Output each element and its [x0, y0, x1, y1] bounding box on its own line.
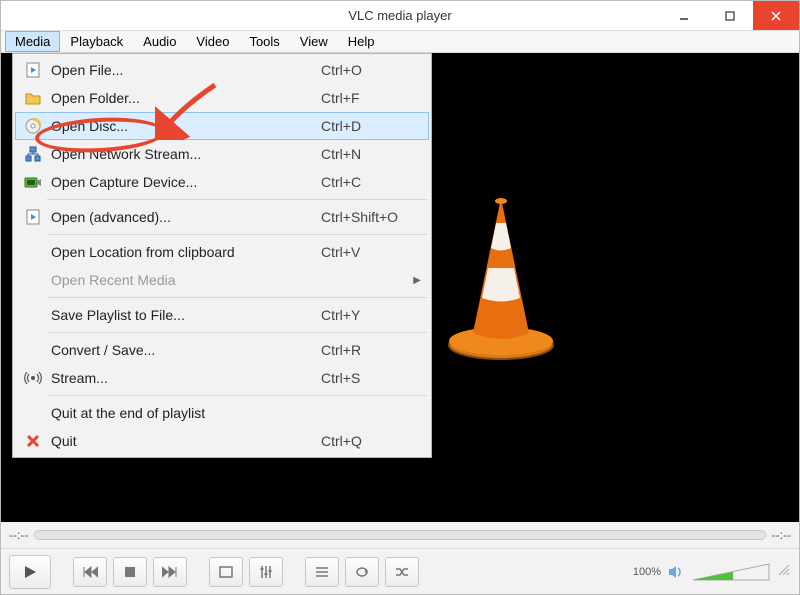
menu-item-open-file[interactable]: Open File...Ctrl+O	[15, 56, 429, 84]
next-icon	[162, 566, 178, 578]
menu-item-open-location-from-clipboard[interactable]: Open Location from clipboardCtrl+V	[15, 238, 429, 266]
menubar: MediaPlaybackAudioVideoToolsViewHelp	[1, 31, 799, 53]
menu-view[interactable]: View	[290, 31, 338, 52]
menu-item-shortcut: Ctrl+N	[321, 146, 421, 162]
menu-item-label: Open (advanced)...	[47, 209, 321, 225]
play-doc-icon	[19, 209, 47, 225]
menu-separator	[47, 297, 427, 298]
play-icon	[22, 564, 38, 580]
folder-icon	[19, 91, 47, 105]
vlc-cone-icon	[441, 193, 561, 366]
menu-item-label: Open Folder...	[47, 90, 321, 106]
fullscreen-button[interactable]	[209, 557, 243, 587]
menu-item-quit[interactable]: QuitCtrl+Q	[15, 427, 429, 455]
menu-playback[interactable]: Playback	[60, 31, 133, 52]
shuffle-button[interactable]	[385, 557, 419, 587]
menu-item-quit-at-the-end-of-playlist[interactable]: Quit at the end of playlist	[15, 399, 429, 427]
submenu-arrow-icon: ▶	[413, 275, 421, 286]
menu-media[interactable]: Media	[5, 31, 60, 52]
menu-item-open-disc[interactable]: Open Disc...Ctrl+D	[15, 112, 429, 140]
titlebar: VLC media player	[1, 1, 799, 31]
equalizer-icon	[259, 565, 273, 579]
menu-item-shortcut: Ctrl+F	[321, 90, 421, 106]
disc-icon	[19, 118, 47, 134]
menu-item-convert-save[interactable]: Convert / Save...Ctrl+R	[15, 336, 429, 364]
playlist-button[interactable]	[305, 557, 339, 587]
speaker-icon	[667, 564, 685, 580]
capture-icon	[19, 175, 47, 189]
menu-item-open-network-stream[interactable]: Open Network Stream...Ctrl+N	[15, 140, 429, 168]
seekbar: --:-- --:--	[1, 522, 799, 548]
menu-item-open-recent-media: Open Recent Media ▶	[15, 266, 429, 294]
menu-help[interactable]: Help	[338, 31, 385, 52]
menu-item-label: Quit	[47, 433, 321, 449]
menu-item-label: Convert / Save...	[47, 342, 321, 358]
close-button[interactable]	[753, 1, 799, 30]
extended-settings-button[interactable]	[249, 557, 283, 587]
time-total: --:--	[772, 528, 791, 542]
stream-icon	[19, 371, 47, 385]
minimize-button[interactable]	[661, 1, 707, 30]
previous-button[interactable]	[73, 557, 107, 587]
playlist-icon	[315, 566, 329, 578]
menu-item-label: Open File...	[47, 62, 321, 78]
mute-button[interactable]	[667, 564, 685, 580]
menu-item-shortcut: Ctrl+C	[321, 174, 421, 190]
maximize-button[interactable]	[707, 1, 753, 30]
menu-item-shortcut: Ctrl+Q	[321, 433, 421, 449]
menu-item-shortcut: Ctrl+R	[321, 342, 421, 358]
menu-separator	[47, 234, 427, 235]
corner-grip-icon	[777, 563, 791, 580]
menu-item-label: Save Playlist to File...	[47, 307, 321, 323]
menu-item-label: Open Recent Media	[47, 272, 313, 288]
media-menu-dropdown: Open File...Ctrl+OOpen Folder...Ctrl+FOp…	[12, 53, 432, 458]
menu-item-label: Stream...	[47, 370, 321, 386]
menu-item-open-capture-device[interactable]: Open Capture Device...Ctrl+C	[15, 168, 429, 196]
menu-item-shortcut: Ctrl+O	[321, 62, 421, 78]
volume-slider[interactable]	[691, 560, 771, 584]
menu-item-shortcut: Ctrl+Shift+O	[321, 209, 421, 225]
menu-item-shortcut: Ctrl+S	[321, 370, 421, 386]
play-button[interactable]	[9, 555, 51, 589]
control-bar: 100%	[1, 548, 799, 594]
menu-item-stream[interactable]: Stream...Ctrl+S	[15, 364, 429, 392]
menu-separator	[47, 332, 427, 333]
menu-audio[interactable]: Audio	[133, 31, 186, 52]
app-window: VLC media player MediaPlaybackAudioVideo…	[0, 0, 800, 595]
loop-icon	[355, 566, 369, 578]
window-controls	[661, 1, 799, 30]
menu-item-shortcut: Ctrl+V	[321, 244, 421, 260]
menu-item-label: Open Capture Device...	[47, 174, 321, 190]
time-elapsed: --:--	[9, 528, 28, 542]
menu-item-shortcut: Ctrl+D	[321, 118, 421, 134]
menu-video[interactable]: Video	[186, 31, 239, 52]
menu-item-open-advanced[interactable]: Open (advanced)...Ctrl+Shift+O	[15, 203, 429, 231]
menu-tools[interactable]: Tools	[239, 31, 289, 52]
stop-icon	[124, 566, 136, 578]
menu-item-label: Open Network Stream...	[47, 146, 321, 162]
menu-item-label: Quit at the end of playlist	[47, 405, 321, 421]
next-button[interactable]	[153, 557, 187, 587]
seek-track[interactable]	[34, 530, 765, 540]
fullscreen-icon	[219, 566, 233, 578]
menu-separator	[47, 199, 427, 200]
menu-item-shortcut: Ctrl+Y	[321, 307, 421, 323]
prev-icon	[82, 566, 98, 578]
menu-item-label: Open Disc...	[47, 118, 321, 134]
play-doc-icon	[19, 62, 47, 78]
shuffle-icon	[395, 566, 409, 578]
quit-icon	[19, 434, 47, 448]
menu-separator	[47, 395, 427, 396]
volume-label: 100%	[633, 566, 661, 578]
loop-button[interactable]	[345, 557, 379, 587]
menu-item-save-playlist-to-file[interactable]: Save Playlist to File...Ctrl+Y	[15, 301, 429, 329]
menu-item-label: Open Location from clipboard	[47, 244, 321, 260]
network-icon	[19, 146, 47, 162]
stop-button[interactable]	[113, 557, 147, 587]
menu-item-open-folder[interactable]: Open Folder...Ctrl+F	[15, 84, 429, 112]
